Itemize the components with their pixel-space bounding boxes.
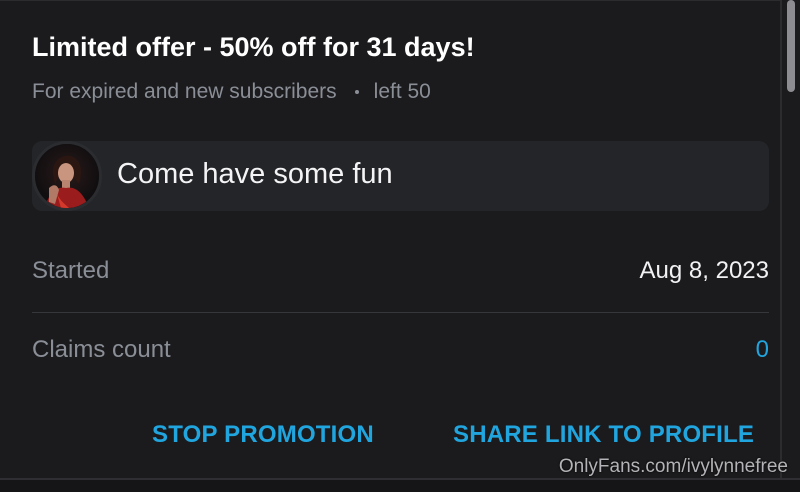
- audience-text: For expired and new subscribers: [32, 80, 337, 103]
- claims-label: Claims count: [32, 336, 171, 363]
- message-text: Come have some fun: [117, 158, 393, 190]
- share-link-button[interactable]: SHARE LINK TO PROFILE: [453, 421, 754, 449]
- remaining-count: left 50: [373, 80, 431, 103]
- promotion-card: Limited offer - 50% off for 31 days! For…: [0, 0, 782, 478]
- stop-promotion-button[interactable]: STOP PROMOTION: [152, 421, 374, 449]
- next-card-edge: [0, 478, 800, 492]
- promotion-title: Limited offer - 50% off for 31 days!: [32, 32, 475, 62]
- watermark-text: OnlyFans.com/ivylynnefree: [558, 456, 788, 477]
- promotion-message: Come have some fun: [32, 141, 769, 211]
- started-label: Started: [32, 257, 110, 284]
- avatar[interactable]: [32, 141, 102, 211]
- scrollbar[interactable]: [787, 0, 795, 92]
- divider: [32, 312, 769, 313]
- claims-count-link[interactable]: 0: [756, 336, 769, 364]
- started-row: Started Aug 8, 2023: [32, 257, 769, 297]
- separator-dot: [354, 90, 359, 94]
- avatar-image: [35, 144, 99, 208]
- claims-row: Claims count 0: [32, 336, 769, 376]
- started-value: Aug 8, 2023: [639, 257, 769, 284]
- promotion-subtitle: For expired and new subscribers left 50: [32, 80, 431, 104]
